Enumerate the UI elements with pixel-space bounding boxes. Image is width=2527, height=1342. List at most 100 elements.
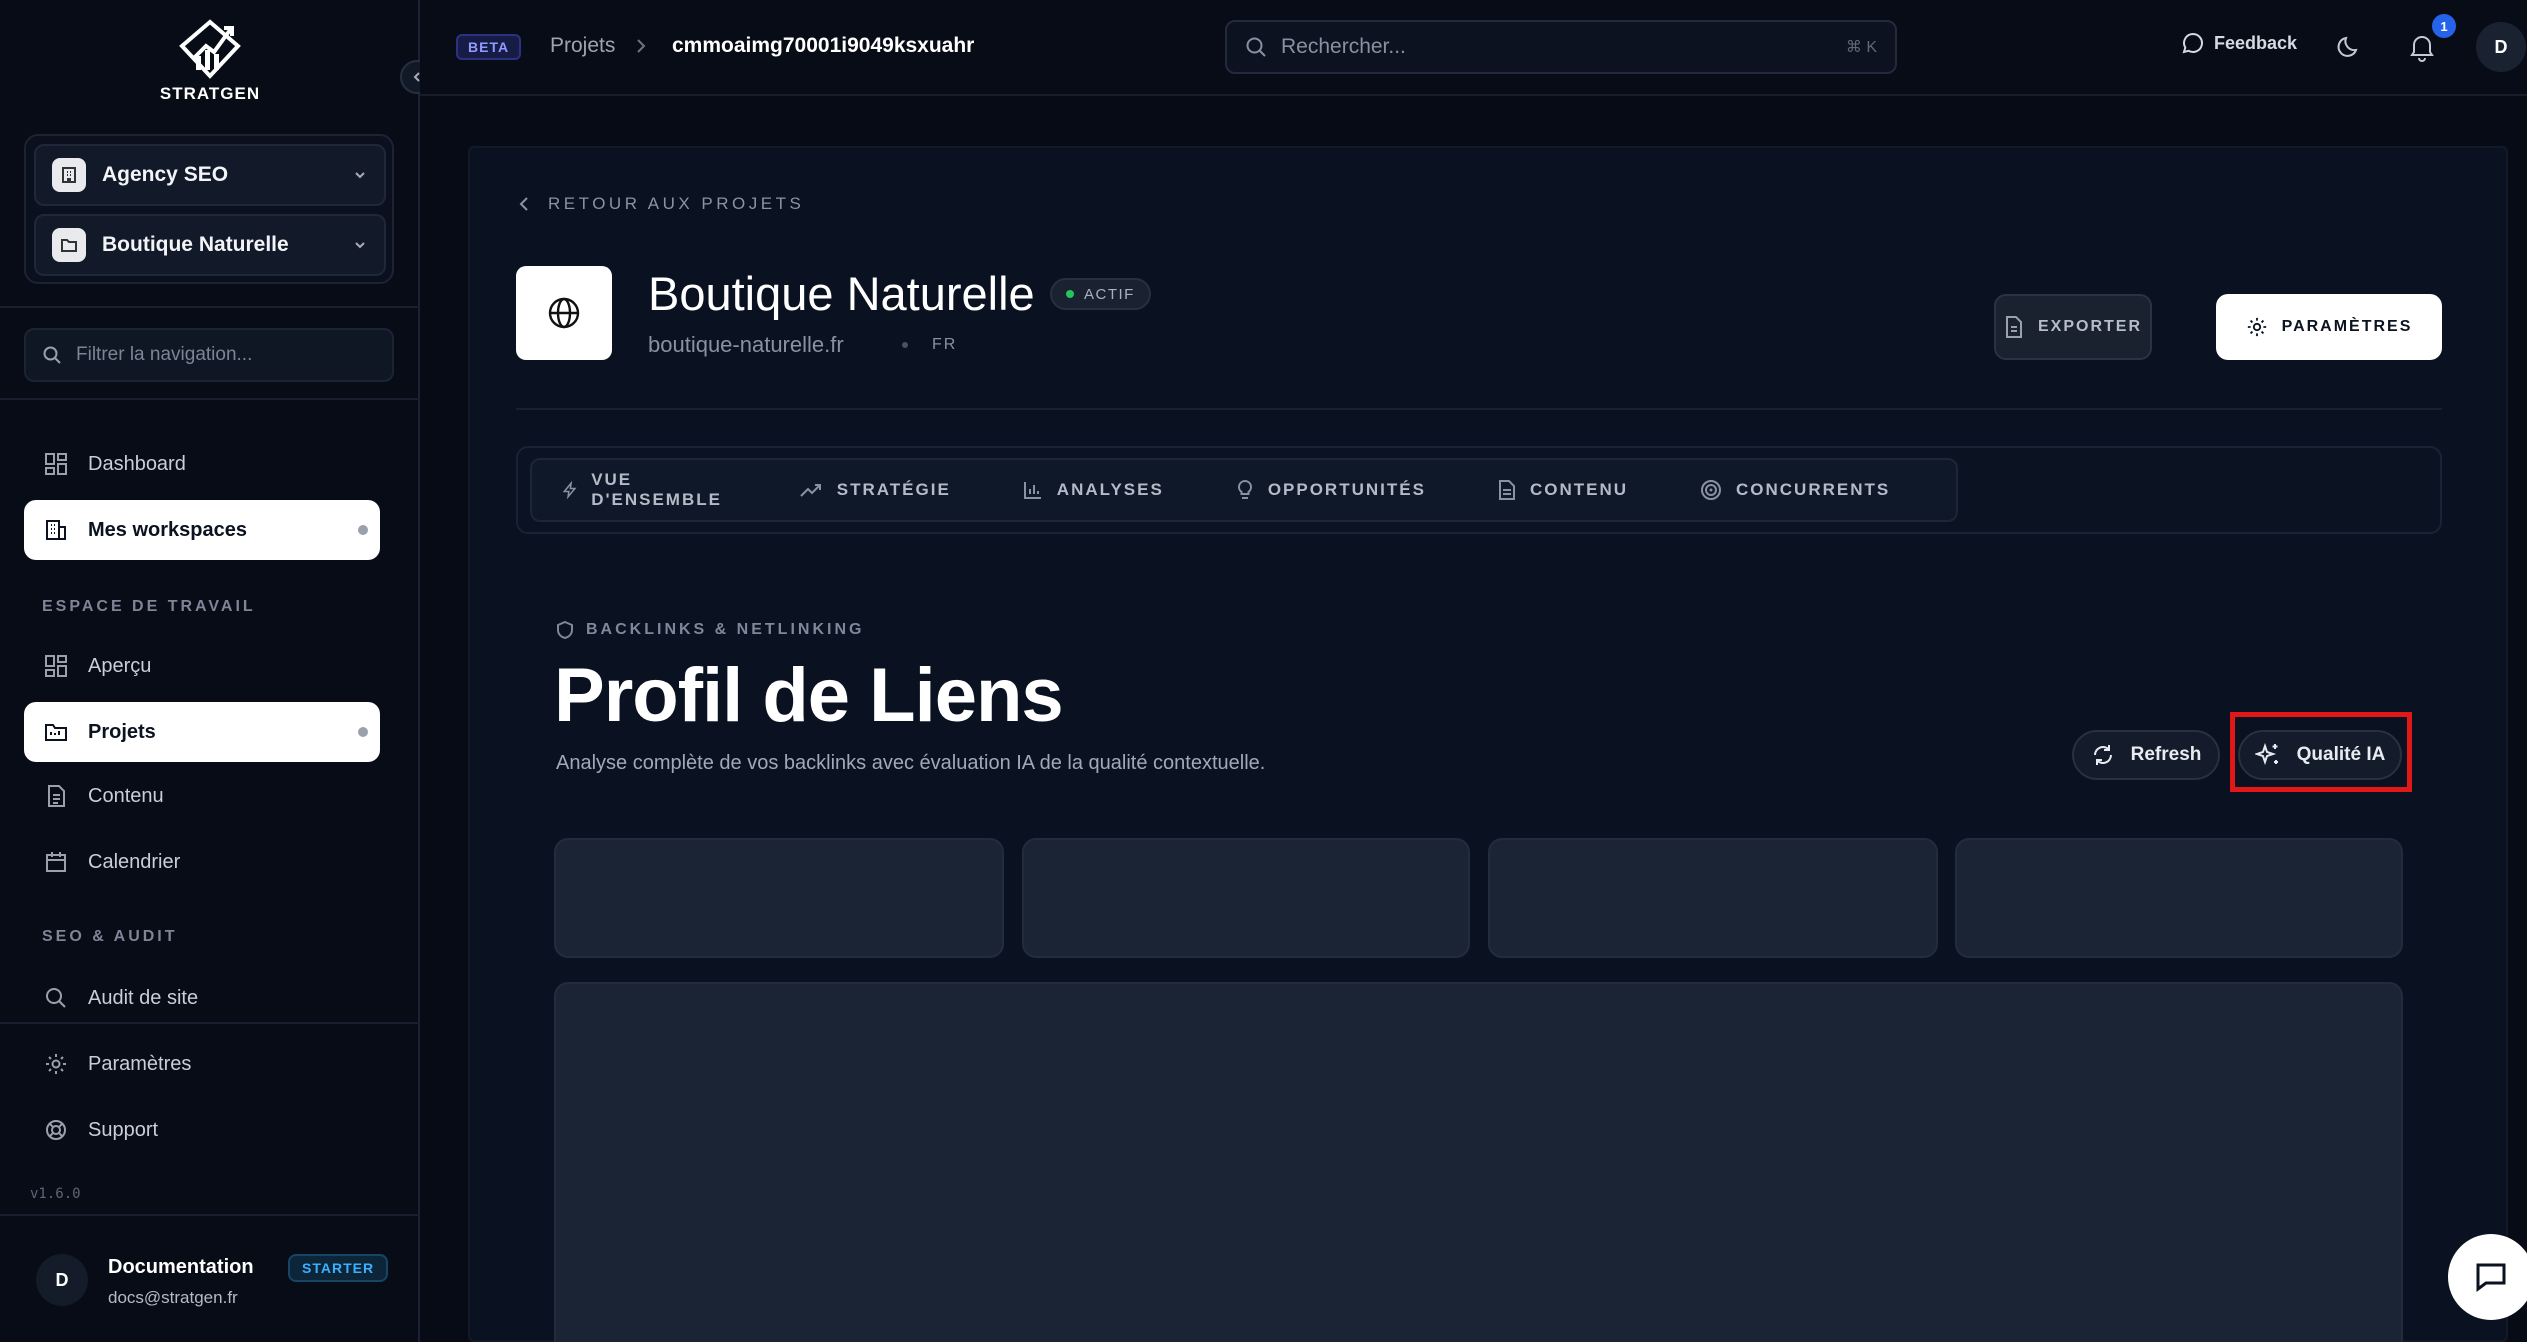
dashboard-icon [42,450,70,478]
stat-card-placeholder [1488,838,1938,958]
nav-label: Aperçu [88,654,152,677]
app-version: v1.6.0 [30,1186,81,1202]
nav-audit-de-site[interactable]: Audit de site [24,968,380,1028]
back-label: RETOUR AUX PROJETS [548,194,805,213]
tab-label: OPPORTUNITÉS [1267,480,1426,499]
workspace-select[interactable]: Agency SEO [34,144,386,206]
folder-icon [42,718,70,746]
section-label-seo: SEO & AUDIT [42,928,178,945]
nav-label: Calendrier [88,850,181,873]
topbar: BETA Projets cmmoaimg70001i9049ksxuahr ⌘… [420,0,2527,96]
nav-mes-workspaces[interactable]: Mes workspaces [24,500,380,560]
tab-opportunites[interactable]: OPPORTUNITÉS [1236,479,1426,501]
document-icon [42,782,70,810]
beta-badge: BETA [456,34,522,60]
nav-parametres[interactable]: Paramètres [24,1034,380,1094]
nav-label: Dashboard [88,452,186,475]
context-switcher: Agency SEO Boutique Naturelle [24,134,394,284]
trend-icon [800,484,821,497]
export-label: EXPORTER [2037,318,2142,335]
building-icon [52,158,86,192]
file-icon [2005,316,2022,338]
divider [516,408,2442,410]
moon-icon[interactable] [2336,34,2362,60]
gear-icon [2247,317,2266,337]
nav-label: Support [88,1118,159,1141]
bar-chart-icon [1023,482,1041,499]
nav-apercu[interactable]: Aperçu [24,636,380,696]
stat-card-placeholder [1022,838,1470,958]
tab-label: VUE D'ENSEMBLE [591,470,722,509]
status-label: ACTIF [1084,285,1135,303]
separator-dot [902,342,908,348]
tab-concurrents[interactable]: CONCURRENTS [1700,479,1890,501]
highlight-box [2230,712,2412,792]
search-icon [1246,37,1266,57]
bolt-icon [562,480,577,500]
project-select[interactable]: Boutique Naturelle [34,214,386,276]
nav-filter-input[interactable] [76,344,376,366]
page-title: Profil de Liens [554,653,1064,738]
globe-icon [548,297,580,329]
shield-icon [557,620,573,640]
project-domain[interactable]: boutique-naturelle.fr [648,332,844,358]
project-tabs-container: VUE D'ENSEMBLE STRATÉGIE ANALYSES OPPORT… [516,446,2442,534]
document-icon [1498,480,1515,500]
user-name: Documentation [108,1256,254,1278]
bulb-icon [1237,479,1252,499]
stratgen-logo-icon [179,19,241,79]
nav-projets[interactable]: Projets [24,702,380,762]
global-search[interactable]: ⌘ K [1225,20,1897,74]
message-circle-icon [2182,32,2203,54]
active-indicator [358,727,368,737]
nav-label: Mes workspaces [88,518,247,541]
content-placeholder [554,982,2403,1342]
nav-calendrier[interactable]: Calendrier [24,832,380,892]
tab-label: ANALYSES [1056,480,1164,499]
section-label-workspace: ESPACE DE TRAVAIL [42,598,256,615]
search-input[interactable] [1281,35,1846,59]
sidebar: STRATGEN Agency SEO Boutique Naturelle F… [0,0,434,1342]
feedback-button[interactable]: Feedback [2182,32,2297,54]
bell-icon[interactable] [2408,32,2436,62]
lifebuoy-icon [42,1116,70,1144]
breadcrumb-projets[interactable]: Projets [550,34,615,58]
page-subtitle: Analyse complète de vos backlinks avec é… [556,752,1266,774]
back-to-projects-link[interactable]: RETOUR AUX PROJETS [518,194,804,214]
export-button[interactable]: EXPORTER [1994,294,2152,360]
search-icon [43,346,61,364]
tab-label: STRATÉGIE [836,480,951,499]
tab-strategie[interactable]: STRATÉGIE [799,480,951,500]
chevron-down-icon [355,242,365,249]
logo-text: STRATGEN [159,84,261,103]
nav-label: Projets [88,720,156,743]
nav-contenu[interactable]: Contenu [24,766,380,826]
tab-contenu[interactable]: CONTENU [1498,479,1628,501]
nav-filter[interactable] [24,328,394,382]
search-shortcut: ⌘ K [1845,39,1877,56]
tab-analyses[interactable]: ANALYSES [1023,480,1164,500]
nav-label: Contenu [88,784,164,807]
project-tabs: VUE D'ENSEMBLE STRATÉGIE ANALYSES OPPORT… [530,458,1958,522]
user-email: docs@stratgen.fr [108,1288,238,1307]
settings-button[interactable]: PARAMÈTRES [2216,294,2442,360]
stat-card-placeholder [1955,838,2403,958]
divider [0,1022,420,1024]
project-title: Boutique Naturelle [648,267,1035,320]
chat-button[interactable] [2448,1234,2527,1320]
user-menu[interactable]: D Documentation docs@stratgen.fr STARTER [0,1214,420,1342]
nav-dashboard[interactable]: Dashboard [24,434,380,494]
refresh-button[interactable]: Refresh [2072,730,2220,780]
breadcrumb-current: cmmoaimg70001i9049ksxuahr [672,34,975,57]
status-badge: ACTIF [1050,278,1151,310]
project-avatar [516,266,612,360]
app-logo[interactable]: STRATGEN [150,16,270,108]
divider [0,306,420,308]
tab-vue-ensemble[interactable]: VUE D'ENSEMBLE [562,470,727,510]
refresh-icon [2093,745,2112,765]
chevron-left-icon [519,197,528,211]
avatar[interactable]: D [2476,22,2526,72]
folder-icon [52,228,86,262]
avatar: D [36,1254,88,1306]
nav-support[interactable]: Support [24,1100,380,1160]
